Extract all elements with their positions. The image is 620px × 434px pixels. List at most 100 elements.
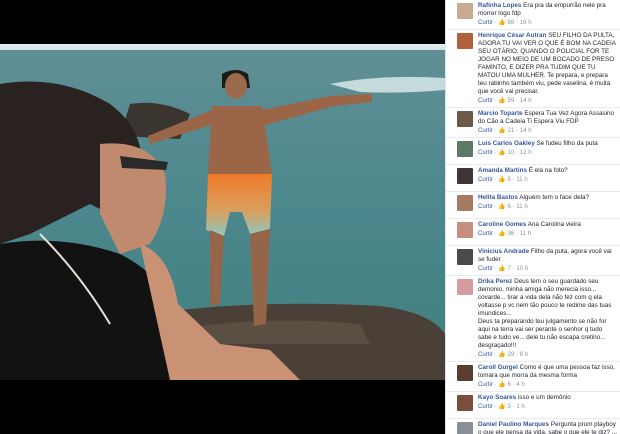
comment-time: 14 h: [519, 97, 532, 104]
comment-text: Deus tem o seu guardado seu demonio, min…: [478, 278, 612, 349]
comment: Kayo Soares isso e um demônio Curtir · 👍…: [446, 392, 620, 419]
comment-meta: Curtir · 👍 68 · 16 h: [478, 19, 532, 26]
comment: Luis Carlos Oakley Se fudeu filho da put…: [446, 138, 620, 165]
comment-meta: Curtir · 👍 6 · 11 h: [478, 203, 528, 210]
comment-author[interactable]: Caroline Gomes: [478, 221, 526, 228]
comment: Vinicius Andrade Filho da puta, agora vo…: [446, 246, 620, 276]
like-link[interactable]: Curtir: [478, 265, 493, 272]
comment-author[interactable]: Marcio Toparte: [478, 110, 523, 117]
thumbs-up-icon: 👍: [498, 177, 506, 183]
comment-author[interactable]: Vinicius Andrade: [478, 248, 529, 255]
like-link[interactable]: Curtir: [478, 19, 493, 26]
like-count: 21: [507, 127, 515, 134]
thumbs-up-icon: 👍: [498, 20, 506, 26]
comment-text: isso e um demônio: [517, 394, 571, 401]
like-count: 6: [507, 203, 511, 210]
like-count: 7: [507, 265, 511, 272]
beach-photo: [0, 44, 445, 380]
like-link[interactable]: Curtir: [478, 149, 493, 156]
comment-author[interactable]: Amanda Martins: [478, 167, 527, 174]
like-link[interactable]: Curtir: [478, 351, 493, 358]
thumbs-up-icon: 👍: [498, 404, 506, 410]
comment-time: 12 h: [519, 149, 532, 156]
comment-author[interactable]: Daniel Paulino Marques: [478, 421, 549, 428]
avatar[interactable]: [457, 422, 473, 434]
comment-author[interactable]: Rafinha Lopes: [478, 2, 521, 9]
like-count: 36: [507, 230, 515, 237]
avatar[interactable]: [457, 141, 473, 157]
comment: Drika Perez Deus tem o seu guardado seu …: [446, 276, 620, 362]
avatar[interactable]: [457, 249, 473, 265]
comment-author[interactable]: Luis Carlos Oakley: [478, 140, 535, 147]
comment-time: 16 h: [519, 19, 532, 26]
avatar[interactable]: [457, 222, 473, 238]
comments-panel: Rafinha Lopes Era pra da empurrão nele p…: [445, 0, 620, 434]
avatar[interactable]: [457, 195, 473, 211]
thumbs-up-icon: 👍: [498, 231, 506, 237]
comment: Daniel Paulino Marques Pergunta prum pla…: [446, 419, 620, 434]
comment: Helita Bastos Alguém tem o face dela? Cu…: [446, 192, 620, 219]
comment: Marcio Toparte Espera Tua Vez Agora Assa…: [446, 108, 620, 138]
comment-time: 11 h: [519, 230, 532, 237]
comment-author[interactable]: Kayo Soares: [478, 394, 516, 401]
comment-time: 4 h: [516, 381, 525, 388]
like-link[interactable]: Curtir: [478, 97, 493, 104]
comment-author[interactable]: Henrique César Autran: [478, 32, 546, 39]
like-link[interactable]: Curtir: [478, 176, 493, 183]
like-count: 3: [507, 403, 511, 410]
comment: Amanda Martins É ela na foto? Curtir · 👍…: [446, 165, 620, 192]
thumbs-up-icon: 👍: [498, 382, 506, 388]
thumbs-up-icon: 👍: [498, 266, 506, 272]
comment-author[interactable]: Helita Bastos: [478, 194, 518, 201]
like-count: 10: [507, 149, 515, 156]
thumbs-up-icon: 👍: [498, 204, 506, 210]
like-count: 29: [507, 351, 515, 358]
photo-viewer: [0, 0, 445, 434]
like-count: 8: [507, 176, 511, 183]
comment-author[interactable]: Drika Perez: [478, 278, 512, 285]
comment-text: É ela na foto?: [528, 167, 568, 174]
avatar[interactable]: [457, 168, 473, 184]
like-link[interactable]: Curtir: [478, 230, 493, 237]
comment: Caroline Gomes Ana Carolina vieira Curti…: [446, 219, 620, 246]
comment: Rafinha Lopes Era pra da empurrão nele p…: [446, 0, 620, 30]
comment-text: Se fudeu filho da puta: [536, 140, 598, 147]
comment-time: 10 h: [516, 265, 529, 272]
comment-text: Ana Carolina vieira: [527, 221, 581, 228]
like-count: 68: [507, 19, 515, 26]
thumbs-up-icon: 👍: [498, 128, 506, 134]
comment-time: 11 h: [516, 176, 528, 183]
comment-time: 14 h: [519, 127, 532, 134]
comment-time: 11 h: [516, 203, 528, 210]
comment-meta: Curtir · 👍 59 · 14 h: [478, 97, 532, 104]
comment-list: Rafinha Lopes Era pra da empurrão nele p…: [446, 0, 620, 434]
avatar[interactable]: [457, 3, 473, 19]
avatar[interactable]: [457, 33, 473, 49]
comment-meta: Curtir · 👍 21 · 14 h: [478, 127, 532, 134]
like-link[interactable]: Curtir: [478, 381, 493, 388]
like-link[interactable]: Curtir: [478, 203, 493, 210]
avatar[interactable]: [457, 279, 473, 295]
like-link[interactable]: Curtir: [478, 403, 493, 410]
comment-author[interactable]: Caroll Gurgel: [478, 364, 518, 371]
comment-meta: Curtir · 👍 3 · 1 h: [478, 403, 525, 410]
thumbs-up-icon: 👍: [498, 150, 506, 156]
avatar[interactable]: [457, 395, 473, 411]
like-count: 6: [507, 381, 511, 388]
comment: Caroll Gurgel Como é que uma pessoa faz …: [446, 362, 620, 392]
comment-time: 8 h: [519, 351, 529, 358]
comment-meta: Curtir · 👍 6 · 4 h: [478, 381, 525, 388]
comment-meta: Curtir · 👍 7 · 10 h: [478, 265, 529, 272]
thumbs-up-icon: 👍: [498, 98, 506, 104]
avatar[interactable]: [457, 111, 473, 127]
like-link[interactable]: Curtir: [478, 127, 493, 134]
comment-time: 1 h: [516, 403, 525, 410]
comment-text: Alguém tem o face dela?: [519, 194, 589, 201]
comment: Henrique César Autran SEU FILHO DA PULTA…: [446, 30, 620, 108]
like-count: 59: [507, 97, 515, 104]
thumbs-up-icon: 👍: [498, 352, 506, 358]
comment-meta: Curtir · 👍 10 · 12 h: [478, 149, 532, 156]
comment-meta: Curtir · 👍 29 · 8 h: [478, 351, 529, 358]
comment-text: SEU FILHO DA PULTA, AGORA TU VAI VER O Q…: [478, 32, 616, 95]
avatar[interactable]: [457, 365, 473, 381]
